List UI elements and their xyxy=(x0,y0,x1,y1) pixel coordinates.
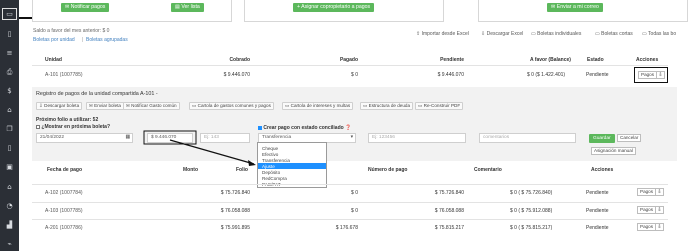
row-unit: A-103 (1007785) xyxy=(45,208,83,214)
row-status: Pendiente xyxy=(586,208,609,214)
payments-button[interactable]: Pagos xyxy=(637,188,657,196)
option-adjustment[interactable]: Ajuste xyxy=(262,164,275,169)
row-charged: $ 76.058.088 xyxy=(220,208,250,214)
option-deposit[interactable]: Depósito xyxy=(262,170,280,175)
header-actions: Acciones xyxy=(591,167,614,173)
divider xyxy=(32,202,668,203)
payments-button[interactable]: Pagos xyxy=(637,223,657,231)
row-pending: $ 76.058.088 xyxy=(434,208,464,214)
row-paid: $ 0 xyxy=(351,208,358,214)
download-icon[interactable]: ⇩ xyxy=(655,223,664,231)
row-paid: $ 0 xyxy=(351,190,358,196)
row-charged: $ 75.726.840 xyxy=(220,190,250,196)
row-status: Pendiente xyxy=(586,225,609,231)
row-status: Pendiente xyxy=(586,190,609,196)
option-cheque[interactable]: Cheque xyxy=(262,146,278,151)
payment-method-dropdown[interactable]: Cheque Efectivo Transferencia Ajuste Dep… xyxy=(257,142,327,188)
row-balance: $ 0 ( $ 75.912.088) xyxy=(510,208,553,214)
download-icon[interactable]: ⇩ xyxy=(655,188,664,196)
option-redcompra[interactable]: RedCompra xyxy=(262,176,287,181)
row-paid: $ 176.678 xyxy=(335,225,358,231)
row-unit: A-102 (1007784) xyxy=(45,190,83,196)
row-pending: $ 75.726.840 xyxy=(434,190,464,196)
row-unit: A-201 (1007786) xyxy=(45,225,83,231)
download-icon[interactable]: ⇩ xyxy=(655,206,664,214)
option-cash[interactable]: Efectivo xyxy=(262,152,278,157)
row-charged: $ 75.991.895 xyxy=(220,225,250,231)
row-pending: $ 75.815.217 xyxy=(434,225,464,231)
header-comment: Comentario xyxy=(474,167,502,173)
row-balance: $ 0 ( $ 75.726.840) xyxy=(510,190,553,196)
header-amount: Monto xyxy=(183,167,198,173)
header-payment-number: Número de pago xyxy=(368,167,408,173)
divider xyxy=(32,184,668,185)
header-folio: Folio xyxy=(236,167,248,173)
option-transfer[interactable]: Transferencia xyxy=(262,158,290,163)
divider xyxy=(32,219,668,220)
row-balance: $ 0 ( $ 75.815.217) xyxy=(510,225,553,231)
payments-button[interactable]: Pagos xyxy=(637,206,657,214)
header-payment-date: Fecha de pago xyxy=(47,167,83,173)
